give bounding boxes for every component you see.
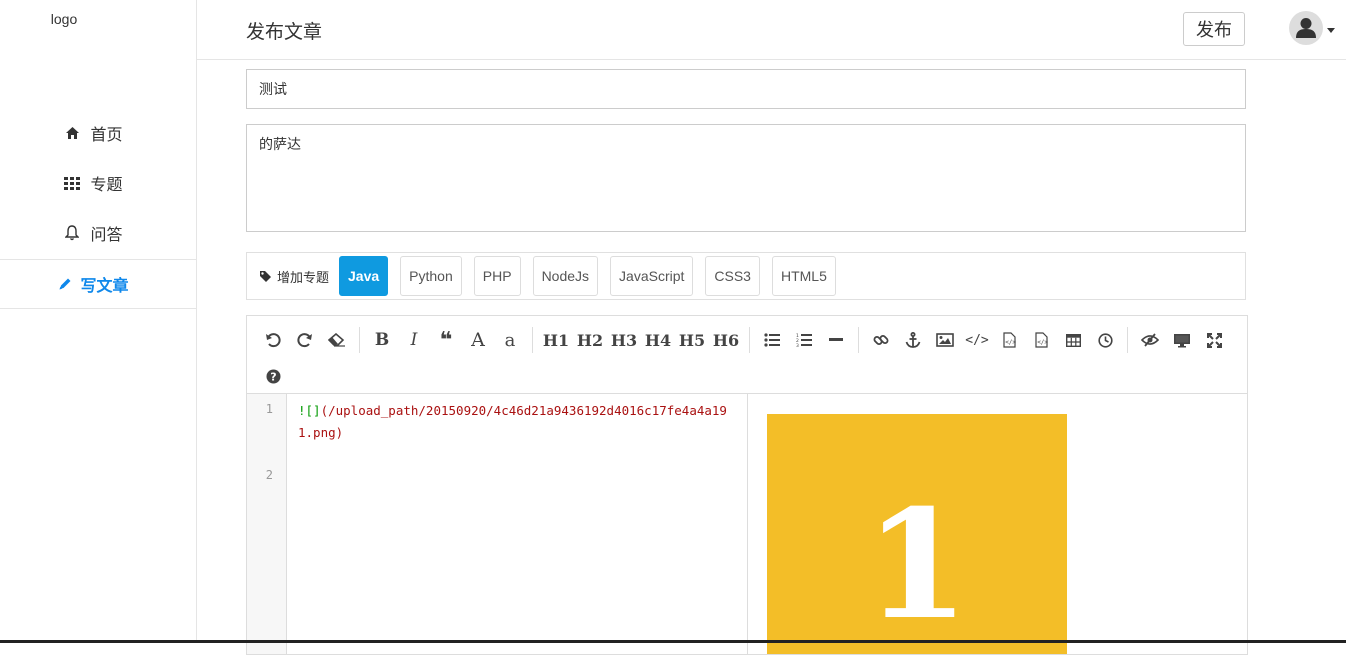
code-image-path: (/upload_path/20150920/4c46d21a9436192d4… bbox=[298, 403, 727, 440]
sidebar-nav: 首页 专题 问答 bbox=[0, 108, 197, 258]
sidebar: logo 首页 专题 问答 写文章 bbox=[0, 0, 197, 643]
bold-icon[interactable]: B bbox=[366, 325, 398, 355]
line-number: 1 bbox=[265, 402, 273, 416]
line-number: 2 bbox=[265, 468, 273, 482]
italic-icon[interactable]: I bbox=[398, 325, 430, 355]
h4-button[interactable]: H4 bbox=[641, 325, 675, 355]
sidebar-item-label: 专题 bbox=[90, 177, 123, 194]
quote-icon[interactable]: ❝ bbox=[430, 325, 462, 355]
tag-icon bbox=[259, 270, 272, 283]
h3-button[interactable]: H3 bbox=[607, 325, 641, 355]
toolbar-divider bbox=[749, 327, 750, 353]
code-file-icon[interactable]: </> bbox=[993, 325, 1025, 355]
title-input[interactable] bbox=[246, 69, 1246, 109]
tag-python[interactable]: Python bbox=[400, 256, 462, 296]
sidebar-item-label: 首页 bbox=[90, 127, 123, 144]
horizontal-rule-icon[interactable] bbox=[820, 325, 852, 355]
bullet-list-icon[interactable] bbox=[756, 325, 788, 355]
sidebar-item-label: 问答 bbox=[90, 227, 123, 244]
uppercase-icon[interactable]: A bbox=[462, 325, 494, 355]
h1-button[interactable]: H1 bbox=[539, 325, 573, 355]
editor-toolbar: B I ❝ A a H1 H2 H3 H4 H5 H6 123 </> </> … bbox=[247, 316, 1247, 394]
redo-icon[interactable] bbox=[289, 325, 321, 355]
preview-image: 1 bbox=[767, 414, 1067, 654]
add-topic-label[interactable]: 增加专题 bbox=[259, 267, 329, 286]
grid-icon bbox=[64, 175, 81, 191]
fullscreen-icon[interactable] bbox=[1198, 325, 1230, 355]
eraser-icon[interactable] bbox=[321, 325, 353, 355]
sidebar-item-topics[interactable]: 专题 bbox=[0, 158, 197, 208]
svg-text:3: 3 bbox=[796, 343, 799, 348]
user-avatar-icon[interactable] bbox=[1289, 11, 1323, 45]
table-icon[interactable] bbox=[1057, 325, 1089, 355]
line-gutter: 1 2 bbox=[247, 394, 287, 654]
tag-css3[interactable]: CSS3 bbox=[705, 256, 760, 296]
preview-pane: 1 bbox=[748, 394, 1247, 654]
eye-slash-icon[interactable] bbox=[1134, 325, 1166, 355]
pencil-icon bbox=[58, 277, 72, 291]
help-icon[interactable]: ? bbox=[257, 361, 289, 391]
code-pane[interactable]: 1 2 ![](/upload_path/20150920/4c46d21a94… bbox=[247, 394, 748, 654]
clock-icon[interactable] bbox=[1089, 325, 1121, 355]
toolbar-divider bbox=[1127, 327, 1128, 353]
image-icon[interactable] bbox=[929, 325, 961, 355]
preview-image-number: 1 bbox=[864, 477, 970, 653]
desktop-icon[interactable] bbox=[1166, 325, 1198, 355]
numbered-list-icon[interactable]: 123 bbox=[788, 325, 820, 355]
toolbar-divider bbox=[532, 327, 533, 353]
tag-java[interactable]: Java bbox=[339, 256, 389, 296]
summary-textarea[interactable]: 的萨达 bbox=[246, 124, 1246, 232]
tag-php[interactable]: PHP bbox=[473, 256, 521, 296]
anchor-icon[interactable] bbox=[897, 325, 929, 355]
home-icon bbox=[64, 125, 80, 141]
topic-tag-bar: 增加专题 Java Python PHP NodeJs JavaScript C… bbox=[246, 252, 1246, 300]
svg-text:?: ? bbox=[270, 370, 276, 383]
lowercase-icon[interactable]: a bbox=[494, 325, 526, 355]
page-title: 发布文章 bbox=[246, 22, 323, 43]
logo[interactable]: logo bbox=[0, 11, 128, 27]
toolbar-divider bbox=[858, 327, 859, 353]
header: 发布文章 发布 bbox=[197, 0, 1346, 60]
code-icon[interactable]: </> bbox=[961, 325, 993, 355]
h6-button[interactable]: H6 bbox=[709, 325, 743, 355]
bell-icon bbox=[64, 225, 80, 241]
markdown-editor: B I ❝ A a H1 H2 H3 H4 H5 H6 123 </> </> … bbox=[246, 315, 1248, 655]
sidebar-item-home[interactable]: 首页 bbox=[0, 108, 197, 158]
svg-text:</>: </> bbox=[1037, 339, 1048, 346]
code-content[interactable]: ![](/upload_path/20150920/4c46d21a943619… bbox=[298, 400, 738, 444]
tag-nodejs[interactable]: NodeJs bbox=[532, 256, 599, 296]
code-block-icon[interactable]: </> bbox=[1025, 325, 1057, 355]
sidebar-item-label: 写文章 bbox=[80, 278, 129, 295]
tag-javascript[interactable]: JavaScript bbox=[610, 256, 694, 296]
toolbar-divider bbox=[359, 327, 360, 353]
svg-text:</>: </> bbox=[1005, 339, 1016, 346]
add-topic-text: 增加专题 bbox=[277, 269, 330, 285]
link-icon[interactable] bbox=[865, 325, 897, 355]
sidebar-item-write[interactable]: 写文章 bbox=[0, 259, 197, 309]
sidebar-item-qa[interactable]: 问答 bbox=[0, 208, 197, 258]
undo-icon[interactable] bbox=[257, 325, 289, 355]
h2-button[interactable]: H2 bbox=[573, 325, 607, 355]
code-image-syntax: ![] bbox=[298, 403, 321, 418]
h5-button[interactable]: H5 bbox=[675, 325, 709, 355]
chevron-down-icon[interactable] bbox=[1327, 28, 1335, 33]
tag-html5[interactable]: HTML5 bbox=[771, 256, 836, 296]
publish-button[interactable]: 发布 bbox=[1183, 12, 1245, 46]
